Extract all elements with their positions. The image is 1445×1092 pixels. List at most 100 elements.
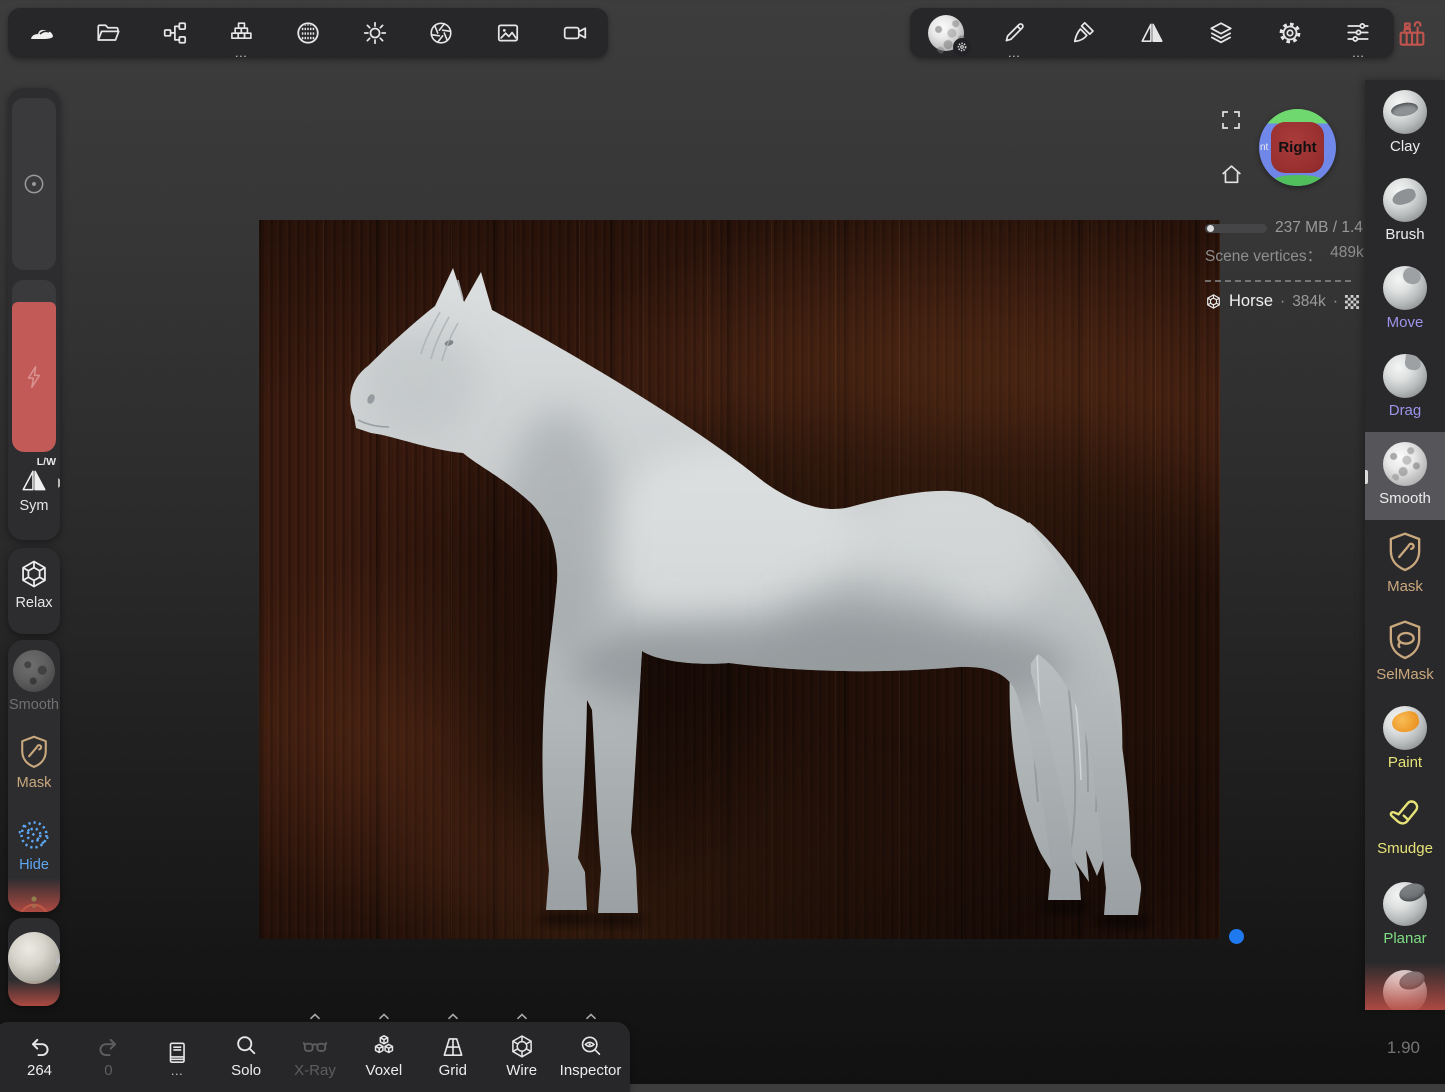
- files-button[interactable]: [79, 8, 138, 58]
- tool-label: Move: [1387, 314, 1424, 331]
- scene-graph-button[interactable]: [145, 8, 204, 58]
- paint-settings-button[interactable]: [1054, 8, 1113, 58]
- inspector-button[interactable]: Inspector: [561, 1022, 620, 1084]
- camera-button[interactable]: [545, 8, 604, 58]
- topology-button[interactable]: …: [212, 8, 271, 58]
- home-view-button[interactable]: [1217, 160, 1245, 188]
- adjustments-button[interactable]: …: [1329, 8, 1388, 58]
- tool-mask[interactable]: Mask: [1365, 520, 1445, 608]
- background-image-button[interactable]: [478, 8, 537, 58]
- relax-label: Relax: [15, 595, 52, 611]
- tool-smooth-selected[interactable]: Smooth: [1365, 432, 1445, 520]
- mirror-icon: [1139, 20, 1165, 46]
- sculpt-viewport[interactable]: [259, 220, 1220, 939]
- material-button[interactable]: [279, 8, 338, 58]
- hide-tool-button[interactable]: Hide: [8, 818, 60, 873]
- lighting-button[interactable]: [345, 8, 404, 58]
- panel-caret-icon: [309, 1013, 321, 1020]
- more-indicator: …: [1007, 48, 1021, 58]
- tool-label: Smooth: [1379, 490, 1431, 507]
- gear-icon: [1277, 20, 1303, 46]
- relax-panel: Relax: [8, 548, 60, 634]
- xray-button[interactable]: X-Ray: [286, 1022, 345, 1084]
- smooth-tool-icon: [1383, 442, 1427, 486]
- wire-button[interactable]: Wire: [492, 1022, 551, 1084]
- home-icon: [1219, 162, 1244, 187]
- folder-icon: [95, 20, 121, 46]
- mask-shield-icon: [17, 734, 51, 770]
- history-notes-button[interactable]: …: [148, 1022, 207, 1084]
- xray-glasses-icon: [302, 1036, 328, 1058]
- gizmo-tool-button-partial[interactable]: [8, 892, 60, 912]
- grid-button[interactable]: Grid: [423, 1022, 482, 1084]
- tool-brush[interactable]: Brush: [1365, 168, 1445, 256]
- tool-label: Paint: [1388, 754, 1422, 771]
- tool-clay[interactable]: Clay: [1365, 80, 1445, 168]
- tool-label: Drag: [1389, 402, 1422, 419]
- tool-partial[interactable]: [1365, 960, 1445, 1010]
- selmask-tool-icon: [1385, 618, 1425, 662]
- tool-label: SelMask: [1376, 666, 1434, 683]
- solo-magnifier-icon: [234, 1034, 259, 1059]
- tool-paint[interactable]: Paint: [1365, 696, 1445, 784]
- matcap-sphere-button[interactable]: [8, 932, 60, 984]
- toolbox-button[interactable]: [1393, 16, 1431, 52]
- separator-dot: ·: [1280, 293, 1285, 311]
- radius-slider[interactable]: [12, 98, 56, 270]
- more-indicator: …: [1351, 48, 1365, 58]
- redo-icon: [95, 1036, 121, 1060]
- scene-vertices-value: 489k: [1330, 244, 1364, 266]
- intensity-fill: [12, 302, 56, 452]
- planar-tool-icon: [1383, 882, 1427, 926]
- tool-selmask[interactable]: SelMask: [1365, 608, 1445, 696]
- expand-arrow-icon: [58, 478, 60, 488]
- tool-move[interactable]: Move: [1365, 256, 1445, 344]
- voxel-button[interactable]: Voxel: [354, 1022, 413, 1084]
- checker-icon: [1345, 295, 1359, 309]
- brush-alpha-button[interactable]: [916, 8, 975, 58]
- tool-planar[interactable]: Planar: [1365, 872, 1445, 960]
- voxel-cubes-icon: [371, 1034, 397, 1059]
- object-row[interactable]: Horse · 384k ·: [1205, 292, 1367, 311]
- alpha-sphere-icon: [928, 15, 964, 51]
- layers-button[interactable]: [1191, 8, 1250, 58]
- partial-tool-icon: [1383, 970, 1427, 1010]
- memory-usage-text: 237 MB / 1.4: [1275, 219, 1363, 237]
- mesh-sphere-icon: [1205, 293, 1222, 310]
- sym-mode-label: L/W: [37, 456, 56, 468]
- relax-tool-button[interactable]: Relax: [8, 558, 60, 611]
- gizmo-right-face[interactable]: Right: [1271, 122, 1324, 173]
- aperture-icon: [428, 20, 454, 46]
- separator-dot: ·: [1333, 293, 1338, 311]
- settings-button[interactable]: [1260, 8, 1319, 58]
- gizmo-front-partial-label: nt: [1260, 142, 1268, 153]
- smooth-label: Smooth: [9, 697, 59, 713]
- more-indicator: …: [234, 48, 248, 58]
- intensity-slider[interactable]: [12, 280, 56, 452]
- tool-drag[interactable]: Drag: [1365, 344, 1445, 432]
- stroke-pencil-button[interactable]: …: [985, 8, 1044, 58]
- stats-panel: 237 MB / 1.4 Scene vertices： 489k Horse …: [1205, 219, 1367, 311]
- fullscreen-button[interactable]: [1217, 106, 1245, 134]
- post-process-button[interactable]: [412, 8, 471, 58]
- mask-label: Mask: [17, 775, 52, 791]
- video-camera-icon: [562, 20, 588, 46]
- redo-button[interactable]: 0: [79, 1022, 138, 1084]
- undo-icon: [27, 1036, 53, 1060]
- symmetry-toggle[interactable]: L/W Sym: [8, 456, 60, 514]
- tool-smudge[interactable]: Smudge: [1365, 784, 1445, 872]
- orientation-gizmo[interactable]: Right nt: [1259, 109, 1336, 186]
- tool-label: Brush: [1385, 226, 1424, 243]
- zoom-level: 1.90: [1387, 1038, 1420, 1058]
- gear-badge-icon: [953, 38, 971, 56]
- solo-button[interactable]: Solo: [217, 1022, 276, 1084]
- mask-tool-button[interactable]: Mask: [8, 734, 60, 791]
- inspector-eye-icon: [578, 1034, 604, 1059]
- undo-button[interactable]: 264: [10, 1022, 69, 1084]
- symmetry-button[interactable]: [1122, 8, 1181, 58]
- smooth-tool-button-disabled[interactable]: Smooth: [8, 650, 60, 713]
- horse-3d-model: [259, 220, 1220, 939]
- app-logo-button[interactable]: [12, 8, 71, 58]
- object-vertices: 384k: [1292, 293, 1326, 311]
- panel-caret-icon: [585, 1013, 597, 1020]
